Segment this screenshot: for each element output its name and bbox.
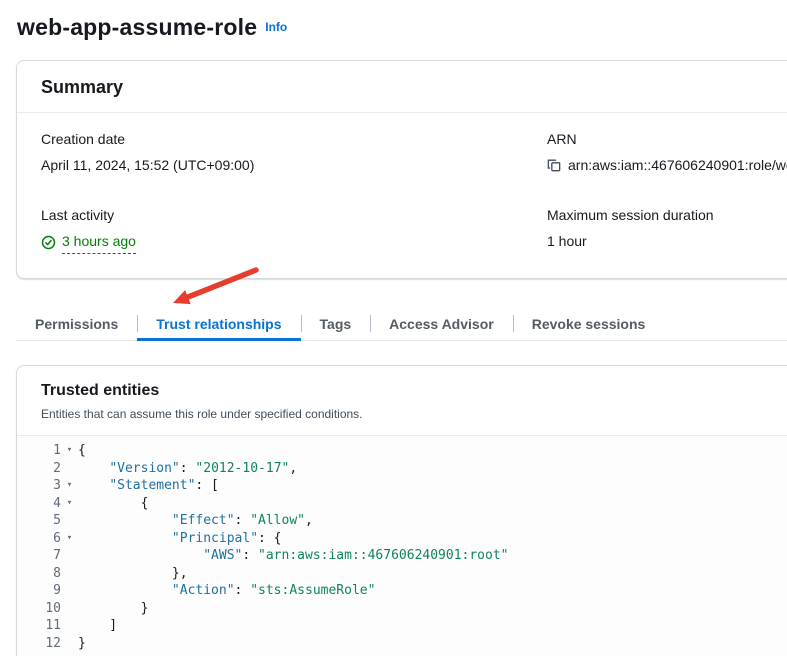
- fold-spacer: [61, 582, 78, 600]
- fold-caret-icon[interactable]: ▾: [61, 477, 78, 495]
- code-text: }: [78, 600, 148, 618]
- trusted-entities-card: Trusted entities Entities that can assum…: [16, 365, 787, 656]
- code-text: "Statement": [: [78, 477, 219, 495]
- tab-access-advisor[interactable]: Access Advisor: [370, 307, 513, 340]
- tab-permissions[interactable]: Permissions: [16, 307, 137, 340]
- arn-label: ARN: [547, 129, 787, 149]
- arn-value: arn:aws:iam::467606240901:role/web: [568, 155, 787, 175]
- line-number: 2: [17, 460, 61, 478]
- tab-trust-relationships[interactable]: Trust relationships: [137, 307, 300, 340]
- code-line: 11 ]: [17, 617, 787, 635]
- code-line: 5 "Effect": "Allow",: [17, 512, 787, 530]
- code-line: 8 },: [17, 565, 787, 583]
- field-last-activity: Last activity 3 hours ago: [41, 205, 547, 254]
- code-line: 4▾ {: [17, 495, 787, 513]
- creation-date-label: Creation date: [41, 129, 547, 149]
- code-line: 9 "Action": "sts:AssumeRole": [17, 582, 787, 600]
- line-number: 1: [17, 442, 61, 460]
- fold-spacer: [61, 617, 78, 635]
- line-number: 10: [17, 600, 61, 618]
- tab-label: Permissions: [35, 316, 118, 332]
- creation-date-value: April 11, 2024, 15:52 (UTC+09:00): [41, 155, 547, 175]
- last-activity-label: Last activity: [41, 205, 547, 225]
- page-title: web-app-assume-role: [17, 12, 257, 42]
- summary-card-header: Summary: [17, 61, 787, 113]
- field-max-session-duration: Maximum session duration 1 hour: [547, 205, 787, 254]
- field-arn: ARN arn:aws:iam::467606240901:role/web: [547, 129, 787, 175]
- fold-caret-icon[interactable]: ▾: [61, 530, 78, 548]
- max-session-label: Maximum session duration: [547, 205, 787, 225]
- code-line: 12}: [17, 635, 787, 653]
- trusted-entities-description: Entities that can assume this role under…: [41, 406, 787, 422]
- fold-spacer: [61, 512, 78, 530]
- line-number: 3: [17, 477, 61, 495]
- summary-title: Summary: [41, 77, 787, 98]
- code-line: 6▾ "Principal": {: [17, 530, 787, 548]
- code-text: "AWS": "arn:aws:iam::467606240901:root": [78, 547, 508, 565]
- fold-caret-icon[interactable]: ▾: [61, 495, 78, 513]
- info-link[interactable]: Info: [265, 20, 287, 34]
- code-text: },: [78, 565, 188, 583]
- role-tabs: Permissions Trust relationships Tags Access…: [16, 307, 787, 341]
- fold-spacer: [61, 635, 78, 653]
- tab-label: Access Advisor: [389, 316, 494, 332]
- trusted-entities-header: Trusted entities Entities that can assum…: [17, 366, 787, 435]
- copy-icon[interactable]: [547, 158, 561, 172]
- tab-revoke-sessions[interactable]: Revoke sessions: [513, 307, 665, 340]
- code-text: "Action": "sts:AssumeRole": [78, 582, 375, 600]
- last-activity-value-row: 3 hours ago: [41, 231, 547, 254]
- line-number: 11: [17, 617, 61, 635]
- code-line: 10 }: [17, 600, 787, 618]
- last-activity-value[interactable]: 3 hours ago: [62, 231, 136, 254]
- line-number: 7: [17, 547, 61, 565]
- fold-spacer: [61, 600, 78, 618]
- fold-spacer: [61, 565, 78, 583]
- fold-spacer: [61, 460, 78, 478]
- check-circle-icon: [41, 235, 56, 250]
- code-text: "Version": "2012-10-17",: [78, 460, 297, 478]
- line-number: 12: [17, 635, 61, 653]
- code-line: 2 "Version": "2012-10-17",: [17, 460, 787, 478]
- line-number: 9: [17, 582, 61, 600]
- line-number: 8: [17, 565, 61, 583]
- line-number: 6: [17, 530, 61, 548]
- summary-body: Creation date April 11, 2024, 15:52 (UTC…: [17, 113, 787, 278]
- max-session-value: 1 hour: [547, 231, 787, 251]
- line-number: 4: [17, 495, 61, 513]
- tab-label: Revoke sessions: [532, 316, 646, 332]
- field-creation-date: Creation date April 11, 2024, 15:52 (UTC…: [41, 129, 547, 175]
- code-editor: 1▾{2 "Version": "2012-10-17",3▾ "Stateme…: [17, 435, 787, 656]
- tab-label: Tags: [320, 316, 352, 332]
- code-line: 7 "AWS": "arn:aws:iam::467606240901:root…: [17, 547, 787, 565]
- code-text: "Effect": "Allow",: [78, 512, 313, 530]
- tab-label: Trust relationships: [156, 316, 281, 332]
- code-text: {: [78, 495, 148, 513]
- line-number: 5: [17, 512, 61, 530]
- fold-caret-icon[interactable]: ▾: [61, 442, 78, 460]
- code-text: ]: [78, 617, 117, 635]
- arn-value-row: arn:aws:iam::467606240901:role/web: [547, 155, 787, 175]
- page-header: web-app-assume-role Info: [0, 0, 787, 42]
- iam-role-page: web-app-assume-role Info Summary Creatio…: [0, 0, 787, 656]
- summary-card: Summary Creation date April 11, 2024, 15…: [16, 60, 787, 279]
- code-line: 3▾ "Statement": [: [17, 477, 787, 495]
- code-text: {: [78, 442, 86, 460]
- code-line: 1▾{: [17, 442, 787, 460]
- tab-tags[interactable]: Tags: [301, 307, 371, 340]
- code-text: "Principal": {: [78, 530, 282, 548]
- fold-spacer: [61, 547, 78, 565]
- trusted-entities-title: Trusted entities: [41, 382, 787, 400]
- code-text: }: [78, 635, 86, 653]
